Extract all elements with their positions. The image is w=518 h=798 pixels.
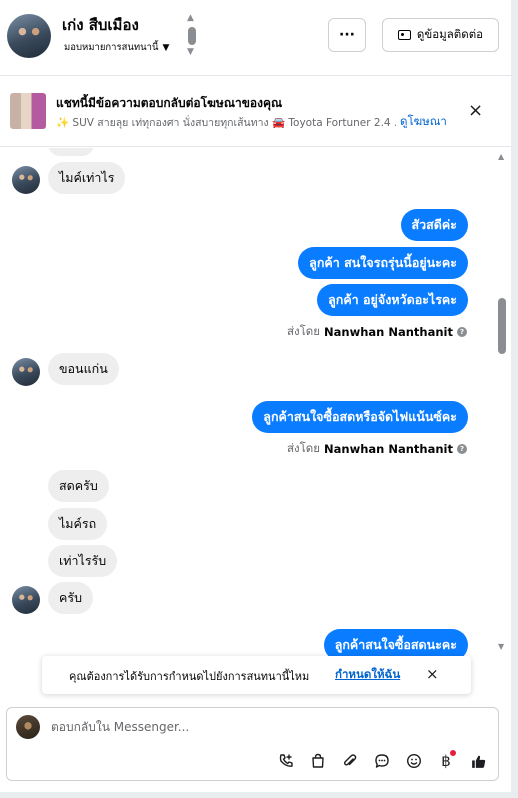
message-bubble-outgoing[interactable]: ลูกค้าสนใจซื้อสดหรือจัดไฟแน้นซ์คะ	[252, 401, 468, 433]
message-bubble-outgoing[interactable]: ลูกค้า อยู่จังหวัดอะไรคะ	[317, 284, 468, 316]
assign-prompt-toast: คุณต้องการได้รับการกำหนดไปยังการสนทนานี้…	[42, 656, 471, 694]
scrollbar-up-arrow-icon[interactable]: ▲	[498, 152, 504, 161]
assign-prompt-text: คุณต้องการได้รับการกำหนดไปยังการสนทนานี้…	[69, 670, 310, 683]
composer-toolbar: ฿	[275, 750, 489, 772]
conversation-area[interactable]: ▲ ▼ ไมค์เท่าไร สัวสดีค่ะ ลูกค้า สนใจรถรุ…	[0, 148, 511, 658]
reply-input[interactable]	[51, 720, 451, 734]
message-bubble-outgoing[interactable]: สัวสดีค่ะ	[400, 209, 468, 241]
ad-banner-subtitle: ✨ SUV สายลุย เท่ทุกองศา นั่งสบายทุกเส้นท…	[56, 114, 436, 131]
sent-by-label: ส่งโดย Nanwhan Nanthanit ?	[287, 440, 467, 458]
header-scroll-control[interactable]: ▲ ▼	[186, 13, 198, 59]
message-bubble-incoming[interactable]: ไมค์เท่าไร	[48, 162, 126, 194]
more-options-button[interactable]: ···	[328, 18, 366, 52]
ad-banner-title: แชทนี้มีข้อความตอบกลับต่อโฆษณาของคุณ	[56, 96, 283, 110]
message-bubble-incoming[interactable]: ขอนแก่น	[48, 353, 119, 385]
contact-avatar[interactable]	[7, 14, 51, 58]
caret-down-icon: ▼	[162, 42, 170, 53]
message-bubble-incoming[interactable]: ครับ	[48, 582, 94, 614]
contact-avatar-small[interactable]	[12, 358, 40, 386]
message-bubble-incoming[interactable]: สดครับ	[48, 470, 109, 502]
message-bubble-incoming-partial[interactable]	[48, 148, 94, 156]
contact-avatar-small[interactable]	[12, 166, 40, 194]
message-bubble-outgoing[interactable]: ลูกค้าสนใจซื้อสดนะคะ	[323, 629, 468, 658]
shopping-bag-icon[interactable]	[307, 750, 329, 772]
message-bubble-outgoing[interactable]: ลูกค้า สนใจรถรุ่นนี้อยู่นะคะ	[298, 247, 468, 279]
ad-subtitle-part2: Toyota Fortuner 2.4 ...	[288, 117, 404, 129]
thumbs-up-icon[interactable]	[467, 750, 489, 772]
assign-to-me-link[interactable]: กำหนดให้ฉัน	[335, 666, 400, 684]
header-scroll-thumb[interactable]	[188, 27, 196, 45]
scrollbar-down-arrow-icon[interactable]: ▼	[498, 642, 504, 651]
baht-icon[interactable]: ฿	[435, 750, 457, 772]
messenger-chat-panel: เก่ง สืบเมือง มอบหมายการสนทนานี้ ▼ ▲ ▼ ·…	[0, 0, 518, 798]
info-icon[interactable]: ?	[457, 444, 467, 454]
scroll-down-icon[interactable]: ▼	[187, 47, 194, 57]
page-avatar	[16, 715, 40, 739]
car-icon: 🚘	[271, 117, 286, 129]
message-bubble-incoming[interactable]: เท่าไรรับ	[48, 545, 118, 577]
contact-name[interactable]: เก่ง สืบเมือง	[62, 13, 139, 37]
chat-bubble-icon[interactable]	[371, 750, 393, 772]
message-bubble-incoming[interactable]: ไมค์รถ	[48, 508, 108, 540]
conversation-scrollbar-thumb[interactable]	[498, 298, 506, 354]
assign-label: มอบหมายการสนทนานี้	[64, 42, 159, 53]
more-icon: ···	[339, 27, 355, 43]
window-edge-bottom	[0, 792, 518, 798]
window-edge	[511, 0, 518, 798]
close-ad-banner-icon[interactable]: ×	[468, 100, 483, 121]
ad-reply-banner: แชทนี้มีข้อความตอบกลับต่อโฆษณาของคุณ ✨ S…	[0, 77, 511, 147]
assign-conversation-dropdown[interactable]: มอบหมายการสนทนานี้ ▼	[64, 40, 169, 55]
sent-by-name: Nanwhan Nanthanit	[324, 442, 453, 456]
sent-by-name: Nanwhan Nanthanit	[324, 325, 453, 339]
ad-subtitle-part1: SUV สายลุย เท่ทุกองศา นั่งสบายทุกเส้นทาง	[72, 117, 269, 129]
phone-plus-icon[interactable]	[275, 750, 297, 772]
contact-card-icon	[397, 30, 411, 40]
paperclip-icon[interactable]	[339, 750, 361, 772]
sent-by-label: ส่งโดย Nanwhan Nanthanit ?	[287, 323, 467, 341]
view-ad-link[interactable]: ดูโฆษณา	[396, 113, 447, 131]
notification-dot	[450, 750, 456, 756]
view-contact-info-button[interactable]: ดูข้อมูลติดต่อ	[382, 18, 499, 52]
sent-by-prefix: ส่งโดย	[286, 441, 321, 455]
close-toast-icon[interactable]: ×	[426, 665, 439, 683]
view-contact-info-label: ดูข้อมูลติดต่อ	[416, 27, 484, 41]
contact-avatar-small[interactable]	[12, 586, 40, 614]
sent-by-prefix: ส่งโดย	[286, 324, 321, 338]
scroll-up-icon[interactable]: ▲	[187, 13, 194, 23]
sparkle-icon: ✨	[56, 117, 70, 129]
emoji-icon[interactable]	[403, 750, 425, 772]
message-composer: ฿	[6, 707, 499, 781]
chat-header: เก่ง สืบเมือง มอบหมายการสนทนานี้ ▼ ▲ ▼ ·…	[0, 0, 511, 76]
info-icon[interactable]: ?	[457, 327, 467, 337]
ad-thumbnail[interactable]	[10, 93, 46, 129]
